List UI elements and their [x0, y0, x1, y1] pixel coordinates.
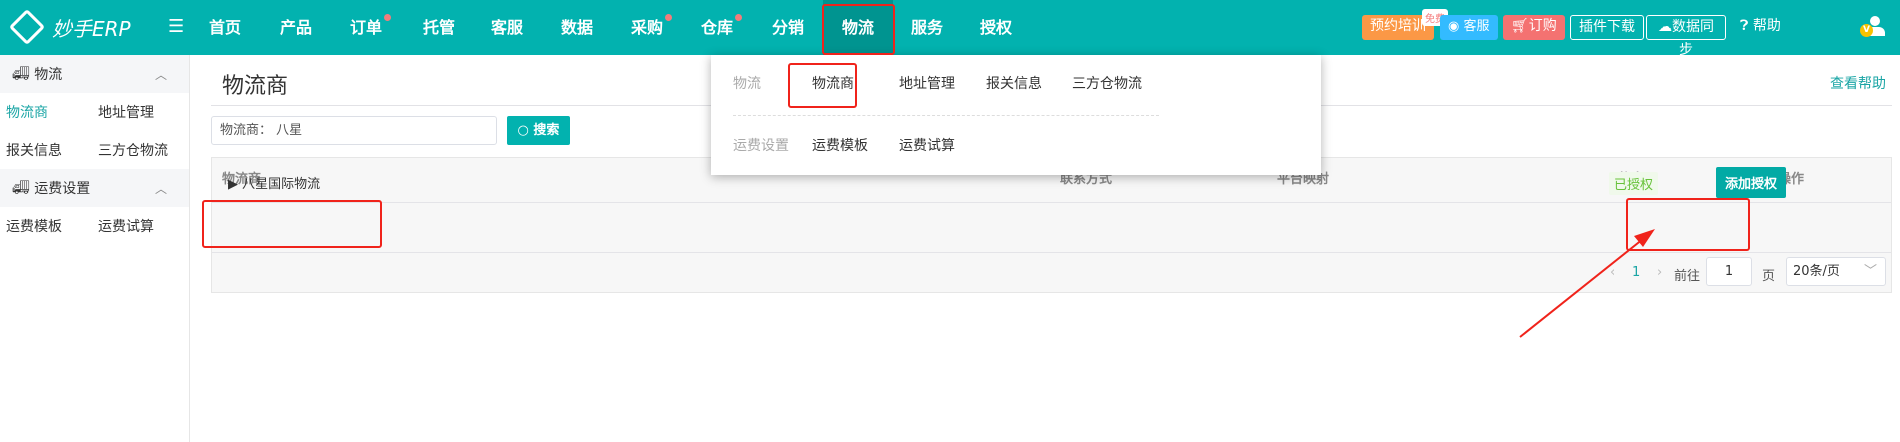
annotation-arrow — [1519, 229, 1655, 338]
